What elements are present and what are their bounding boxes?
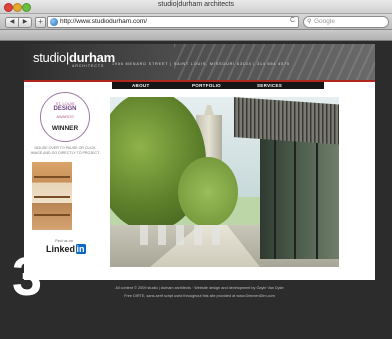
photo-mullion bbox=[294, 137, 296, 259]
nav-services[interactable]: SERVICES bbox=[257, 82, 282, 89]
browser-toolbar: ◀ ▶ + http://www.studiodurham.com/ C ⚲ G… bbox=[0, 14, 392, 30]
thumb-shelf bbox=[34, 176, 70, 178]
linkedin-in-icon: in bbox=[75, 244, 86, 254]
photo-mullion bbox=[274, 137, 276, 259]
search-placeholder[interactable]: Google bbox=[314, 18, 335, 25]
photo-tables bbox=[130, 225, 230, 245]
site-header: studio|durham ARCHITECTS 1956 MENARD STR… bbox=[24, 44, 375, 80]
project-thumbnail[interactable] bbox=[32, 162, 72, 230]
site-logo[interactable]: studio|durham bbox=[33, 50, 115, 65]
thumb-shelf bbox=[34, 196, 70, 198]
design-award-badge[interactable]: ST. LOUIS DESIGN AWARDS WINNER bbox=[40, 92, 90, 142]
footer-credits: All content © 2009 studio | durham archi… bbox=[115, 286, 284, 290]
window-title: studio|durham architects bbox=[157, 1, 235, 8]
slideshow-instructions: MOUSE OVER TO PAUSE OR CLICK IMAGE AND G… bbox=[30, 146, 100, 155]
award-line-2: DESIGN bbox=[53, 106, 77, 112]
page-viewport: studio|durham ARCHITECTS 1956 MENARD STR… bbox=[0, 41, 392, 339]
nav-portfolio[interactable]: PORTFOLIO bbox=[192, 82, 221, 89]
find-us-label: Find us on bbox=[55, 239, 73, 243]
search-icon: ⚲ bbox=[307, 19, 312, 25]
globe-icon bbox=[50, 18, 58, 26]
step-number: 3 bbox=[12, 247, 43, 307]
photo-glass-pavilion bbox=[260, 137, 339, 259]
main-nav: ABOUT PORTFOLIO SERVICES bbox=[112, 82, 324, 89]
nav-about[interactable]: ABOUT bbox=[132, 82, 150, 89]
add-bookmark-button[interactable]: + bbox=[35, 17, 46, 28]
award-winner: WINNER bbox=[51, 125, 79, 132]
thumb-shelf bbox=[34, 214, 70, 216]
linkedin-text: Linked bbox=[46, 244, 76, 254]
site-container: studio|durham ARCHITECTS 1956 MENARD STR… bbox=[24, 44, 375, 280]
search-field[interactable]: ⚲ Google bbox=[303, 16, 389, 28]
featured-project-photo[interactable] bbox=[110, 97, 339, 267]
award-line-3: AWARDS bbox=[56, 114, 74, 119]
bookmarks-bar bbox=[0, 30, 392, 41]
logo-bold-text: durham bbox=[68, 50, 115, 65]
window-titlebar: studio|durham architects bbox=[0, 0, 392, 14]
photo-tree-middle bbox=[178, 157, 238, 227]
footer-font-credit: Free DIRTE, sans-serif script used throu… bbox=[124, 294, 275, 298]
photo-mullion bbox=[316, 137, 318, 259]
logo-light-text: studio bbox=[33, 50, 66, 65]
address-bar[interactable]: http://www.studiodurham.com/ C bbox=[47, 16, 299, 28]
logo-subtitle: ARCHITECTS bbox=[72, 64, 105, 68]
back-button[interactable]: ◀ bbox=[5, 17, 19, 28]
linkedin-logo[interactable]: Linked in bbox=[46, 244, 86, 254]
url-text[interactable]: http://www.studiodurham.com/ bbox=[60, 18, 147, 25]
reload-button[interactable]: C bbox=[290, 17, 295, 24]
photo-canopy bbox=[234, 97, 339, 145]
forward-button[interactable]: ▶ bbox=[18, 17, 32, 28]
studio-address: 1956 MENARD STREET | SAINT LOUIS, MISSOU… bbox=[112, 62, 290, 66]
